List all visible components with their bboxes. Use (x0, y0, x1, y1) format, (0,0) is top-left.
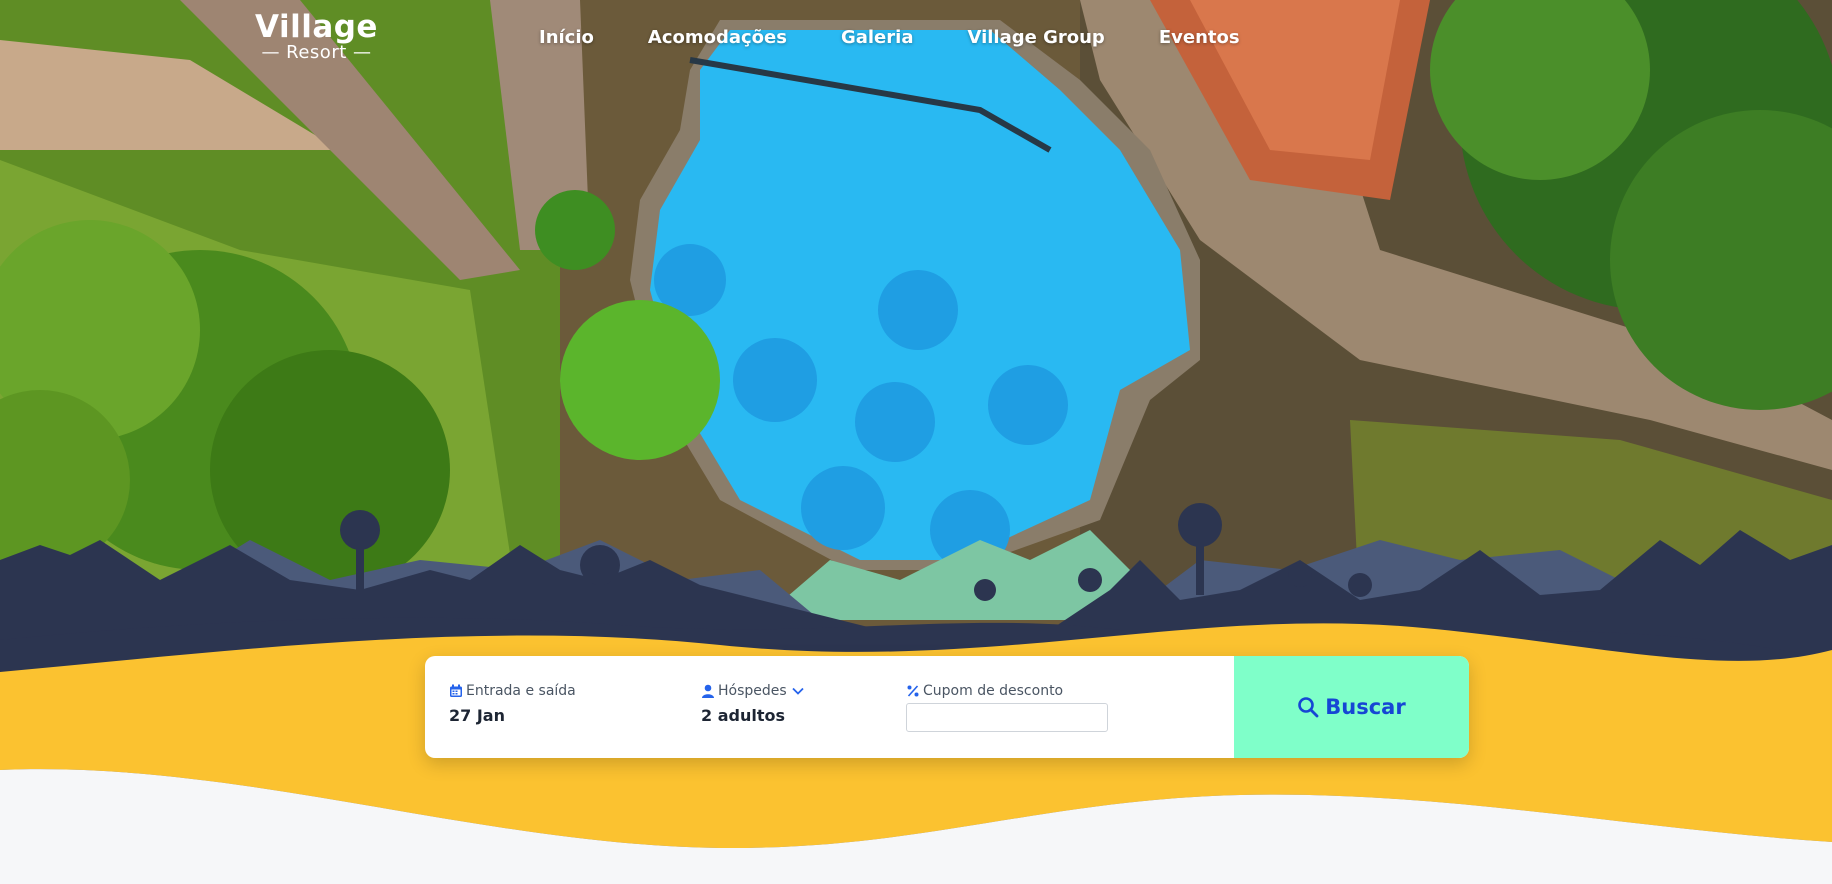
coupon-input[interactable] (906, 703, 1108, 732)
dates-value: 27 Jan (449, 706, 505, 725)
nav-item-village-group[interactable]: Village Group (967, 27, 1104, 48)
dates-label: Entrada e saída (449, 683, 576, 699)
guests-label: Hóspedes (701, 683, 805, 699)
brand-logo[interactable]: Village — Resort — (255, 12, 378, 62)
coupon-field: Cupom de desconto (906, 656, 1135, 758)
calendar-icon (450, 684, 462, 697)
guests-label-text: Hóspedes (718, 683, 787, 699)
dates-label-text: Entrada e saída (466, 683, 576, 699)
booking-widget: Entrada e saída 27 Jan Hóspedes 2 adulto… (425, 656, 1469, 758)
brand-name: Village (255, 9, 378, 45)
hero-section: Village — Resort — Início Acomodações Ga… (0, 0, 1832, 884)
nav-item-inicio[interactable]: Início (539, 27, 594, 48)
search-button-label: Buscar (1325, 695, 1406, 719)
chevron-down-icon[interactable] (791, 684, 805, 698)
dates-field[interactable]: Entrada e saída 27 Jan (425, 656, 701, 758)
brand-tagline: — Resort — (261, 42, 372, 63)
search-icon (1298, 697, 1319, 718)
guests-value: 2 adultos (701, 706, 785, 725)
nav-item-galeria[interactable]: Galeria (841, 27, 914, 48)
coupon-label-text: Cupom de desconto (923, 683, 1064, 699)
user-icon (702, 684, 714, 698)
main-nav: Início Acomodações Galeria Village Group… (539, 27, 1240, 48)
coupon-label: Cupom de desconto (906, 683, 1063, 699)
percent-icon (907, 685, 919, 697)
search-button[interactable]: Buscar (1234, 656, 1469, 758)
nav-item-acomodacoes[interactable]: Acomodações (648, 27, 787, 48)
nav-item-eventos[interactable]: Eventos (1159, 27, 1240, 48)
guests-field[interactable]: Hóspedes 2 adultos (701, 656, 906, 758)
